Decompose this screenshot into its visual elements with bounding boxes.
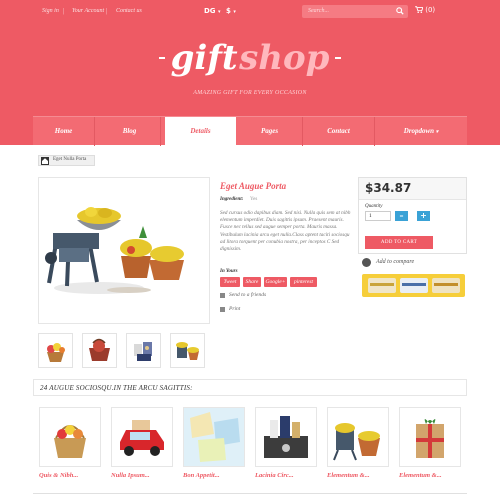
share-label: In Yours <box>220 269 238 274</box>
product-title: Eget Augue Porta <box>220 181 287 191</box>
search-icon[interactable] <box>396 7 404 15</box>
related-product-image <box>333 423 380 461</box>
quantity-decrease-button[interactable]: – <box>395 211 408 221</box>
home-icon[interactable] <box>41 157 49 165</box>
logo-dash <box>158 57 165 59</box>
compare-label: Add to compare <box>376 259 415 265</box>
chevron-down-icon: ▾ <box>218 9 221 15</box>
site-logo[interactable]: gift shop <box>0 38 500 78</box>
related-product-card[interactable] <box>399 407 461 467</box>
product-thumbnail[interactable] <box>170 333 205 368</box>
search-input[interactable]: Search... <box>302 5 408 18</box>
thumbnail-photo <box>47 343 65 362</box>
nav-blog[interactable]: Blog <box>99 117 161 146</box>
related-product-card[interactable] <box>111 407 173 467</box>
add-to-cart-button[interactable]: ADD TO CART <box>365 236 433 249</box>
logo-dash <box>335 57 342 59</box>
related-product-name[interactable]: Elementum &... <box>327 472 370 479</box>
pinterest-button[interactable]: pinterest <box>290 277 317 287</box>
related-product-image <box>416 419 444 458</box>
related-product-card[interactable] <box>39 407 101 467</box>
logo-shop-text: shop <box>239 38 330 78</box>
related-product-image <box>120 420 164 456</box>
related-product-name[interactable]: Nulla Ipsum... <box>111 472 150 479</box>
separator: | <box>63 7 65 15</box>
product-thumbnail[interactable] <box>38 333 73 368</box>
related-products-title: 24 AUGUE SOCIOSQU.IN THE ARCU SAGITTIS: <box>40 384 193 392</box>
quantity-label: Quantity <box>365 204 383 209</box>
currency-value: $ <box>226 7 231 15</box>
related-product-name[interactable]: Bon Appetit... <box>183 472 220 479</box>
quantity-increase-button[interactable]: + <box>417 211 430 221</box>
related-product-image <box>184 408 244 466</box>
thumbnail-photo <box>176 342 199 360</box>
product-main-image[interactable] <box>38 177 210 324</box>
thumbnail-photo <box>89 338 110 361</box>
product-thumbnail[interactable] <box>82 333 117 368</box>
print-link[interactable]: Print <box>229 306 240 312</box>
contact-link[interactable]: Contact us <box>116 8 142 14</box>
related-product-image <box>54 425 86 458</box>
account-link[interactable]: Your Account <box>72 8 104 14</box>
print-icon <box>220 307 225 312</box>
top-bar: Sign in | Your Account | Contact us DG ▾… <box>0 0 500 24</box>
related-product-name[interactable]: Lacinia Circ... <box>255 472 294 479</box>
related-product-card[interactable] <box>183 407 245 467</box>
product-thumbnail[interactable] <box>126 333 161 368</box>
compare-icon <box>362 258 371 267</box>
language-select[interactable]: DG ▾ <box>204 7 221 15</box>
cart-icon <box>415 6 424 13</box>
buy-box: $34.87 Quantity 1 – + ADD TO CART <box>358 177 467 254</box>
related-product-name[interactable]: Elementum &... <box>399 472 442 479</box>
chevron-down-icon: ▾ <box>435 130 439 135</box>
product-price: $34.87 <box>365 181 412 195</box>
chevron-down-icon: ▾ <box>233 9 236 15</box>
share-button[interactable]: Share <box>243 277 261 287</box>
tweet-button[interactable]: Tweet <box>220 277 240 287</box>
site-header: Sign in | Your Account | Contact us DG ▾… <box>0 0 500 146</box>
payment-cards-banner <box>362 274 465 297</box>
price-area: $34.87 <box>359 178 466 200</box>
product-description: Sed cursus odio dapibus diam. Sed nisi. … <box>220 210 351 253</box>
google-plus-button[interactable]: Google+ <box>264 277 287 287</box>
separator: | <box>106 7 108 15</box>
nav-pages[interactable]: Pages <box>237 117 303 146</box>
breadcrumb: Eget Nulla Porta <box>38 155 95 166</box>
related-product-name[interactable]: Quis & Nibh... <box>39 472 78 479</box>
logo-gift-text: gift <box>170 38 238 78</box>
site-tagline: AMAZING GIFT FOR EVERY OCCASION <box>193 90 307 96</box>
envelope-icon <box>220 293 225 298</box>
cart-count: (0) <box>425 6 436 14</box>
currency-select[interactable]: $ ▾ <box>226 7 236 15</box>
main-nav: Home Blog Details Pages Contact Dropdown… <box>33 116 467 146</box>
quantity-input[interactable]: 1 <box>365 211 391 221</box>
sign-in-link[interactable]: Sign in <box>42 8 59 14</box>
product-photo <box>45 207 184 294</box>
related-product-image <box>264 416 308 458</box>
send-to-friend-link[interactable]: Send to a friends <box>229 292 266 298</box>
nav-contact[interactable]: Contact <box>303 117 375 146</box>
ingredient-label: Ingredient: <box>220 197 244 202</box>
nav-dropdown[interactable]: Dropdown ▾ <box>375 117 467 146</box>
nav-home[interactable]: Home <box>33 117 95 146</box>
nav-details[interactable]: Details <box>165 117 236 146</box>
thumbnail-photo <box>134 342 152 361</box>
cart-button[interactable]: (0) <box>415 6 435 14</box>
related-products-header: 24 AUGUE SOCIOSQU.IN THE ARCU SAGITTIS: <box>33 379 467 396</box>
breadcrumb-current: Eget Nulla Porta <box>53 157 87 162</box>
language-value: DG <box>204 7 216 15</box>
related-product-card[interactable] <box>327 407 389 467</box>
divider <box>33 493 467 494</box>
ingredient-value: Yes <box>250 197 258 202</box>
related-product-card[interactable] <box>255 407 317 467</box>
payment-cards-image <box>368 278 460 293</box>
search-placeholder: Search... <box>308 8 329 14</box>
nav-dropdown-label: Dropdown <box>403 127 435 135</box>
